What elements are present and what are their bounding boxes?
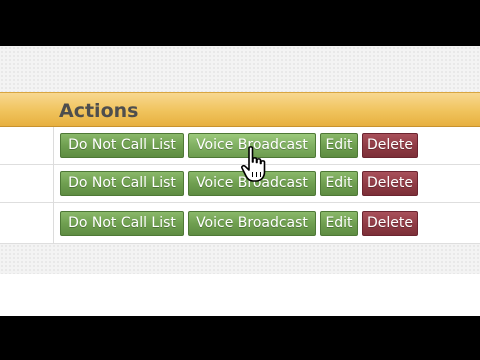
table-row: Do Not Call List Voice Broadcast Edit De… bbox=[0, 203, 480, 244]
edit-button[interactable]: Edit bbox=[320, 211, 358, 236]
do-not-call-list-button[interactable]: Do Not Call List bbox=[60, 133, 184, 158]
do-not-call-list-button[interactable]: Do Not Call List bbox=[60, 211, 184, 236]
edit-button[interactable]: Edit bbox=[320, 171, 358, 196]
app-screen: Actions Do Not Call List Voice Broadcast… bbox=[0, 46, 480, 316]
delete-button[interactable]: Delete bbox=[362, 211, 418, 236]
delete-button[interactable]: Delete bbox=[362, 171, 418, 196]
actions-column-title: Actions bbox=[59, 100, 139, 122]
do-not-call-list-button[interactable]: Do Not Call List bbox=[60, 171, 184, 196]
delete-button[interactable]: Delete bbox=[362, 133, 418, 158]
voice-broadcast-button[interactable]: Voice Broadcast bbox=[188, 211, 316, 236]
hand-pointer-icon bbox=[241, 146, 266, 182]
top-band bbox=[0, 46, 480, 92]
edit-button[interactable]: Edit bbox=[320, 133, 358, 158]
bottom-band bbox=[0, 244, 480, 274]
actions-header: Actions bbox=[0, 92, 480, 127]
column-divider bbox=[53, 127, 54, 244]
